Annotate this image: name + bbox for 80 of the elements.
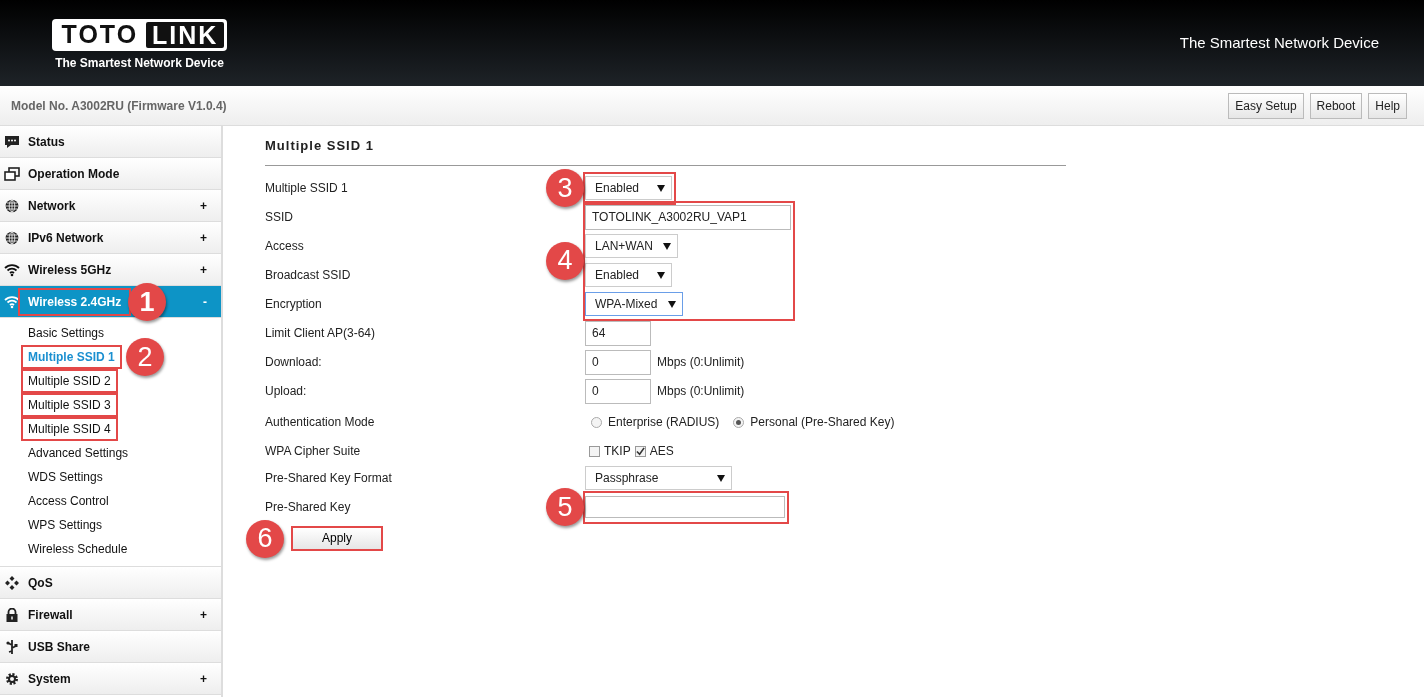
toolbar-button[interactable]: Easy Setup: [1228, 92, 1304, 119]
wifi-icon: [4, 262, 20, 277]
field-label: Authentication Mode: [265, 414, 375, 431]
callout-number: 3: [546, 169, 584, 207]
logo-tagline: The Smartest Network Device: [55, 55, 224, 72]
text-field[interactable]: 64: [585, 320, 651, 346]
field-label: Multiple SSID 1: [265, 180, 348, 197]
callout-number: 6: [246, 519, 284, 558]
field-label: Encryption: [265, 296, 322, 313]
radio-button[interactable]: [733, 416, 745, 428]
submenu-item[interactable]: Advanced Settings: [21, 441, 136, 465]
submenu-item[interactable]: Wireless Schedule: [21, 537, 135, 561]
submenu-item[interactable]: WDS Settings: [21, 465, 110, 489]
field-label: Pre-Shared Key: [265, 499, 351, 516]
text-field[interactable]: 0: [585, 349, 651, 375]
diamonds-icon: [4, 575, 20, 590]
apply-button[interactable]: Apply: [291, 525, 383, 551]
expand-toggle[interactable]: +: [200, 228, 207, 247]
field-label: Upload:: [265, 383, 307, 400]
submenu-item[interactable]: Multiple SSID 3: [21, 393, 118, 417]
caret-icon: [668, 300, 676, 308]
dropdown[interactable]: Enabled: [585, 263, 672, 287]
caret-icon: [717, 474, 725, 482]
unit-hint: Mbps (0:Unlimit): [657, 383, 745, 400]
section-title: Multiple SSID 1: [265, 134, 1066, 166]
text-field[interactable]: TOTOLINK_A3002RU_VAP1: [585, 204, 791, 230]
checkbox[interactable]: [589, 445, 600, 457]
header-slogan: The Smartest Network Device: [1179, 33, 1379, 53]
lock-icon: [4, 607, 20, 622]
text-field[interactable]: 0: [585, 378, 651, 404]
field-label: Broadcast SSID: [265, 267, 351, 284]
submenu-item[interactable]: Multiple SSID 2: [21, 369, 118, 393]
submenu-item[interactable]: Multiple SSID 1: [21, 345, 122, 369]
windows-icon: [4, 166, 20, 181]
unit-hint: Mbps (0:Unlimit): [657, 354, 745, 371]
field-label: Limit Client AP(3-64): [265, 325, 376, 342]
model-info: Model No. A3002RU (Firmware V1.0.4): [11, 97, 227, 115]
expand-toggle[interactable]: +: [200, 605, 207, 624]
option-label: AES: [649, 443, 674, 460]
radio-button[interactable]: [591, 416, 602, 428]
dropdown[interactable]: LAN+WAN: [585, 234, 678, 258]
submenu-item[interactable]: Access Control: [21, 489, 116, 513]
field-label: Download:: [265, 354, 322, 371]
callout-number: 4: [546, 241, 584, 280]
submenu-item[interactable]: Multiple SSID 4: [21, 417, 118, 441]
submenu-item[interactable]: Basic Settings: [21, 321, 112, 345]
field-label: Access: [265, 238, 304, 255]
option-label: Personal (Pre-Shared Key): [750, 414, 895, 431]
expand-toggle[interactable]: +: [200, 669, 207, 688]
dropdown[interactable]: WPA-Mixed: [585, 292, 683, 316]
checkbox[interactable]: [634, 445, 646, 457]
caret-icon: [657, 184, 665, 192]
field-label: WPA Cipher Suite: [265, 443, 361, 460]
toolbar-button[interactable]: Help: [1368, 92, 1407, 119]
option-label: TKIP: [604, 443, 631, 460]
chat-icon: [4, 134, 20, 149]
expand-toggle[interactable]: +: [200, 196, 207, 215]
highlight-frame: Wireless 2.4GHz: [18, 287, 132, 316]
option-label: Enterprise (RADIUS): [608, 414, 720, 431]
sidebar-item[interactable]: Wireless 2.4GHz 1 -: [0, 286, 221, 318]
caret-icon: [663, 242, 671, 250]
usb-icon: [4, 639, 20, 654]
submenu-item[interactable]: WPS Settings: [21, 513, 110, 537]
caret-icon: [657, 271, 665, 279]
password-field[interactable]: [585, 496, 785, 518]
dropdown[interactable]: Passphrase: [585, 466, 732, 490]
logo-text: TOTO: [61, 19, 139, 51]
dropdown[interactable]: Enabled: [585, 176, 672, 200]
field-label: SSID: [265, 209, 293, 226]
callout-number: 5: [546, 488, 584, 526]
callout-number: 2: [126, 338, 164, 376]
toolbar-button[interactable]: Reboot: [1309, 92, 1363, 119]
globe-icon: [4, 230, 20, 245]
wifi-icon: [4, 294, 20, 309]
globe-icon: [4, 198, 20, 213]
gear-icon: [4, 671, 20, 686]
logo-text: LINK: [146, 22, 225, 48]
field-label: Pre-Shared Key Format: [265, 470, 392, 487]
expand-toggle[interactable]: +: [200, 260, 207, 279]
callout-number: 1: [128, 283, 166, 321]
